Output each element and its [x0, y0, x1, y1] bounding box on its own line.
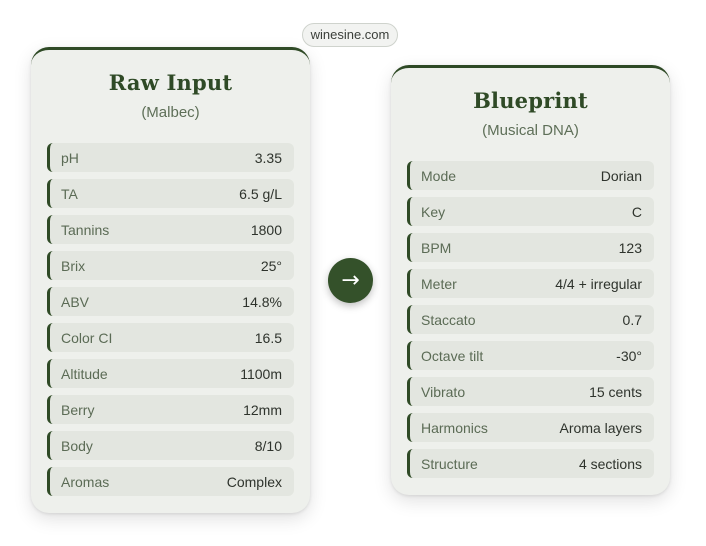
raw-input-row-brix: Brix 25° [47, 251, 294, 280]
row-label: Tannins [61, 221, 110, 238]
blueprint-row-meter: Meter 4/4 + irregular [407, 269, 654, 298]
source-badge: winesine.com [302, 23, 398, 47]
raw-input-row-berry: Berry 12mm [47, 395, 294, 424]
row-value: 12mm [243, 401, 282, 418]
row-value: 16.5 [254, 329, 282, 346]
raw-input-row-tannins: Tannins 1800 [47, 215, 294, 244]
blueprint-row-staccato: Staccato 0.7 [407, 305, 654, 334]
row-label: Staccato [421, 311, 476, 328]
row-value: 3.35 [254, 149, 282, 166]
raw-input-row-color-ci: Color CI 16.5 [47, 323, 294, 352]
row-value: Complex [226, 473, 282, 490]
row-value: -30° [616, 347, 642, 364]
row-label: pH [61, 149, 79, 166]
raw-input-card: Raw Input (Malbec) pH 3.35 TA 6.5 g/L Ta… [31, 47, 310, 513]
row-value: 15 cents [589, 383, 642, 400]
row-value: 4/4 + irregular [555, 275, 642, 292]
raw-input-row-abv: ABV 14.8% [47, 287, 294, 316]
row-value: C [631, 203, 642, 220]
raw-input-row-body: Body 8/10 [47, 431, 294, 460]
blueprint-row-harmonics: Harmonics Aroma layers [407, 413, 654, 442]
row-value: 4 sections [578, 455, 642, 472]
raw-input-title: Raw Input [108, 70, 233, 95]
row-value: Dorian [600, 167, 642, 184]
row-label: Body [61, 437, 93, 454]
blueprint-row-structure: Structure 4 sections [407, 449, 654, 478]
raw-input-row-altitude: Altitude 1100m [47, 359, 294, 388]
row-value: 123 [618, 239, 642, 256]
blueprint-card: Blueprint (Musical DNA) Mode Dorian Key … [391, 65, 670, 495]
row-label: Key [421, 203, 446, 220]
row-value: 25° [260, 257, 282, 274]
row-label: Octave tilt [421, 347, 484, 364]
row-label: Berry [61, 401, 95, 418]
raw-input-row-ph: pH 3.35 [47, 143, 294, 172]
blueprint-subtitle: (Musical DNA) [482, 122, 579, 139]
row-value: 1100m [240, 365, 282, 382]
blueprint-row-mode: Mode Dorian [407, 161, 654, 190]
blueprint-row-key: Key C [407, 197, 654, 226]
row-value: Aroma layers [559, 419, 642, 436]
raw-input-row-aromas: Aromas Complex [47, 467, 294, 496]
blueprint-row-vibrato: Vibrato 15 cents [407, 377, 654, 406]
row-label: Vibrato [421, 383, 466, 400]
row-value: 8/10 [254, 437, 282, 454]
row-label: Structure [421, 455, 478, 472]
row-label: Aromas [61, 473, 110, 490]
blueprint-title: Blueprint [473, 88, 588, 113]
row-label: Meter [421, 275, 457, 292]
row-label: ABV [61, 293, 90, 310]
row-label: Altitude [61, 365, 108, 382]
row-label: Brix [61, 257, 86, 274]
right-arrow-icon: → [328, 258, 373, 303]
raw-input-subtitle: (Malbec) [141, 104, 200, 121]
row-value: 14.8% [242, 293, 282, 310]
row-value: 1800 [250, 221, 282, 238]
row-label: BPM [421, 239, 452, 256]
row-label: Mode [421, 167, 457, 184]
row-label: TA [61, 185, 78, 202]
raw-input-row-ta: TA 6.5 g/L [47, 179, 294, 208]
blueprint-rows: Mode Dorian Key C BPM 123 Meter 4/4 + ir… [407, 161, 654, 485]
raw-input-rows: pH 3.35 TA 6.5 g/L Tannins 1800 Brix 25°… [47, 143, 294, 503]
blueprint-row-bpm: BPM 123 [407, 233, 654, 262]
row-value: 6.5 g/L [239, 185, 282, 202]
row-value: 0.7 [622, 311, 642, 328]
row-label: Harmonics [421, 419, 488, 436]
blueprint-row-octave-tilt: Octave tilt -30° [407, 341, 654, 370]
row-label: Color CI [61, 329, 113, 346]
